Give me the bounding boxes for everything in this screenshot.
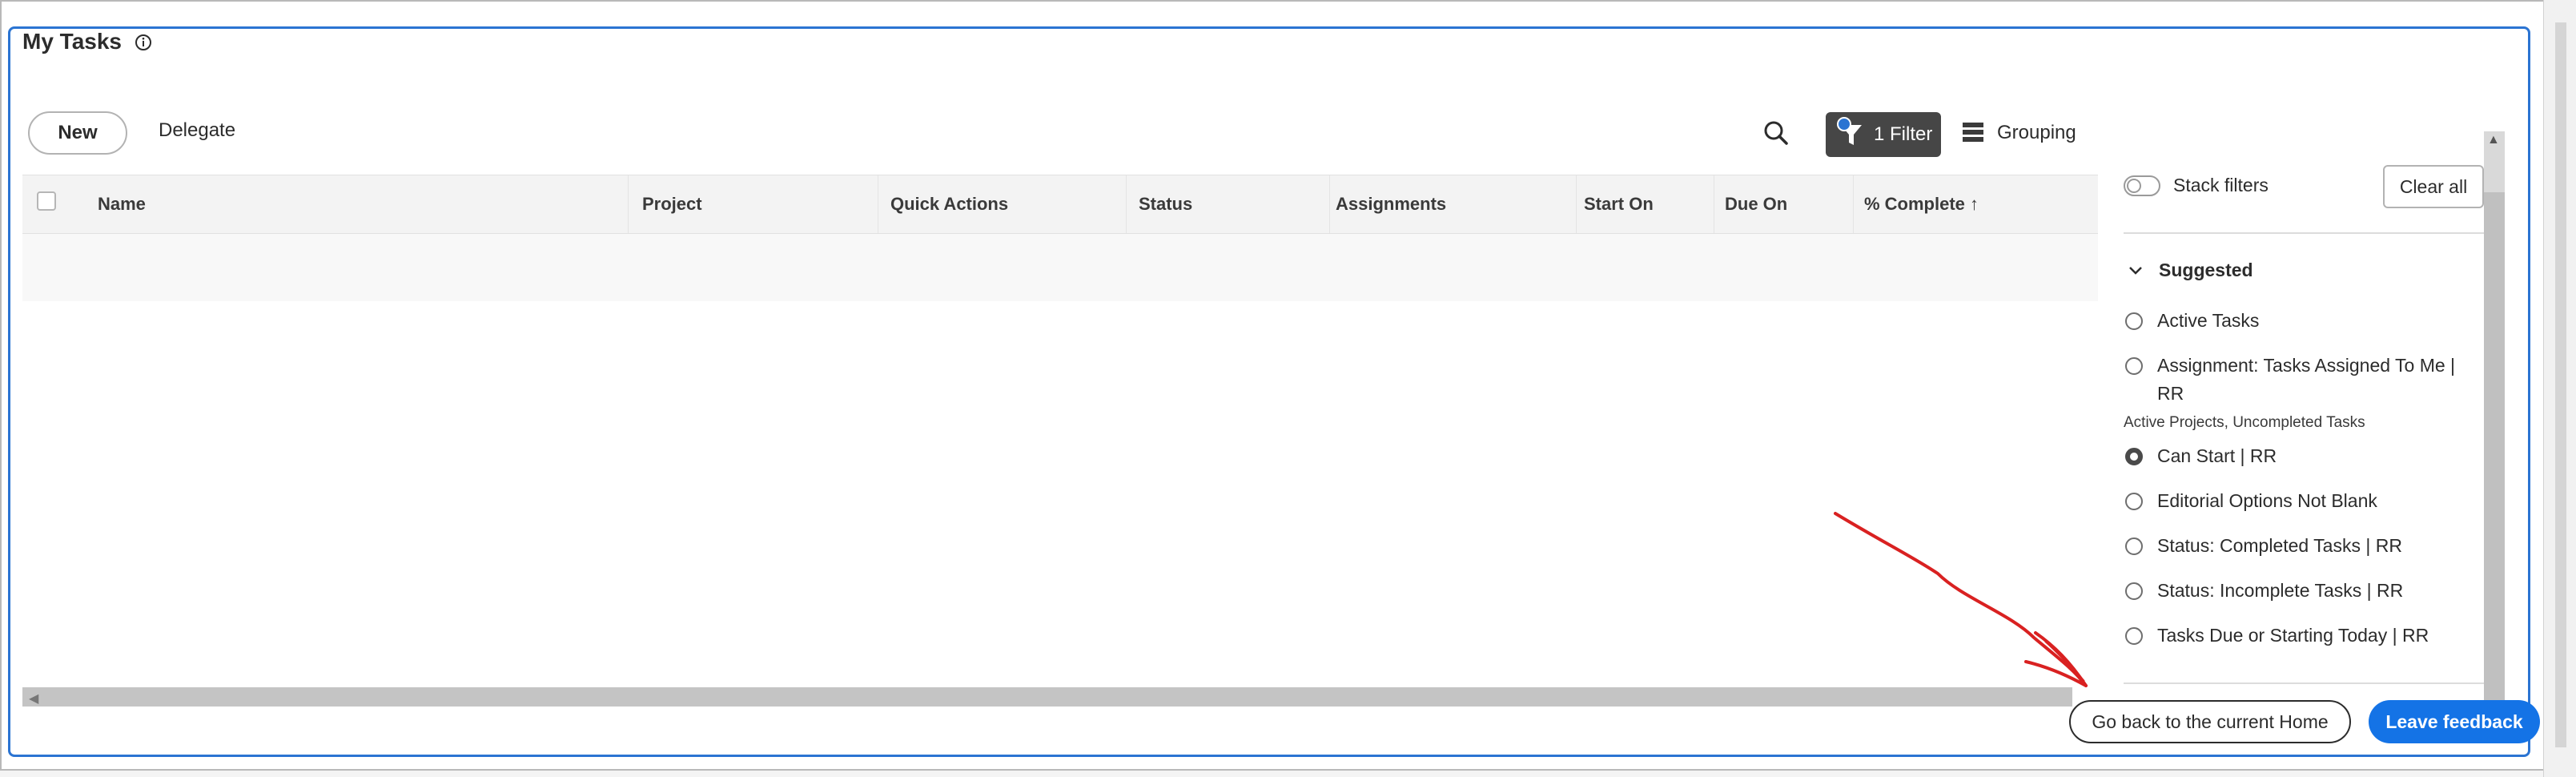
filter-option-label[interactable]: Active Tasks (2157, 310, 2259, 332)
filter-option-label[interactable]: Tasks Due or Starting Today | RR (2157, 625, 2429, 646)
filter-option-subtext: Active Projects, Uncompleted Tasks (2124, 414, 2365, 431)
radio-active-tasks[interactable] (2125, 312, 2143, 330)
column-header-project[interactable]: Project (642, 194, 702, 215)
clear-all-button[interactable]: Clear all (2383, 165, 2484, 208)
radio-can-start[interactable] (2125, 448, 2143, 465)
column-header-start-on[interactable]: Start On (1584, 194, 1654, 215)
column-header-name[interactable]: Name (98, 194, 146, 215)
column-divider[interactable] (628, 175, 629, 233)
filter-option-label[interactable]: Can Start | RR (2157, 445, 2277, 467)
radio-tasks-due-today[interactable] (2125, 627, 2143, 645)
filter-button-label: 1 Filter (1874, 123, 1933, 145)
column-header-due-on[interactable]: Due On (1725, 194, 1787, 215)
scroll-up-icon[interactable]: ▲ (2487, 133, 2500, 147)
annotation-arrow (1834, 512, 2088, 687)
column-divider[interactable] (1329, 175, 1330, 233)
filter-option-label[interactable]: Assignment: Tasks Assigned To Me | (2157, 355, 2455, 376)
radio-completed-tasks[interactable] (2125, 537, 2143, 555)
window-scrollbar[interactable] (2543, 0, 2576, 777)
new-button[interactable]: New (28, 111, 127, 155)
column-divider[interactable] (1853, 175, 1854, 233)
select-all-checkbox[interactable] (37, 191, 56, 211)
filter-option-label-line2[interactable]: RR (2157, 383, 2184, 405)
scroll-left-icon[interactable]: ◀ (29, 690, 38, 707)
go-back-home-button[interactable]: Go back to the current Home (2069, 700, 2351, 743)
stack-filters-label: Stack filters (2173, 175, 2269, 195)
info-icon[interactable] (135, 34, 152, 51)
divider (2124, 682, 2484, 684)
radio-editorial-options[interactable] (2125, 493, 2143, 510)
column-divider[interactable] (1126, 175, 1127, 233)
page-title: My Tasks (22, 29, 122, 54)
column-divider[interactable] (1576, 175, 1577, 233)
search-icon[interactable] (1762, 119, 1790, 147)
grouping-icon[interactable] (1961, 120, 1985, 144)
window-scrollbar-thumb[interactable] (2555, 22, 2566, 747)
leave-feedback-button[interactable]: Leave feedback (2369, 700, 2540, 743)
suggested-section-title[interactable]: Suggested (2159, 260, 2253, 281)
grouping-button[interactable]: Grouping (1997, 122, 2076, 144)
filter-option-label[interactable]: Status: Completed Tasks | RR (2157, 535, 2402, 557)
filter-option-label[interactable]: Editorial Options Not Blank (2157, 490, 2377, 512)
delegate-button[interactable]: Delegate (159, 119, 235, 142)
horizontal-scrollbar[interactable] (22, 687, 2072, 707)
filter-panel-scrollbar-thumb[interactable] (2484, 192, 2505, 713)
radio-incomplete-tasks[interactable] (2125, 582, 2143, 600)
radio-tasks-assigned-to-me[interactable] (2125, 357, 2143, 375)
divider (2124, 232, 2484, 234)
column-header-assignments[interactable]: Assignments (1336, 194, 1446, 215)
column-header-quick-actions[interactable]: Quick Actions (890, 194, 1008, 215)
filter-active-indicator (1837, 117, 1851, 131)
filter-button[interactable]: 1 Filter (1826, 112, 1941, 157)
column-header-status[interactable]: Status (1139, 194, 1192, 215)
filter-option-label[interactable]: Status: Incomplete Tasks | RR (2157, 580, 2403, 602)
column-header-percent-complete[interactable]: % Complete ↑ (1864, 194, 1979, 215)
table-header: Name Project Quick Actions Status Assign… (22, 175, 2098, 234)
table-empty-row (22, 234, 2098, 301)
stack-filters-toggle[interactable] (2124, 175, 2160, 196)
chevron-down-icon[interactable] (2127, 261, 2144, 279)
